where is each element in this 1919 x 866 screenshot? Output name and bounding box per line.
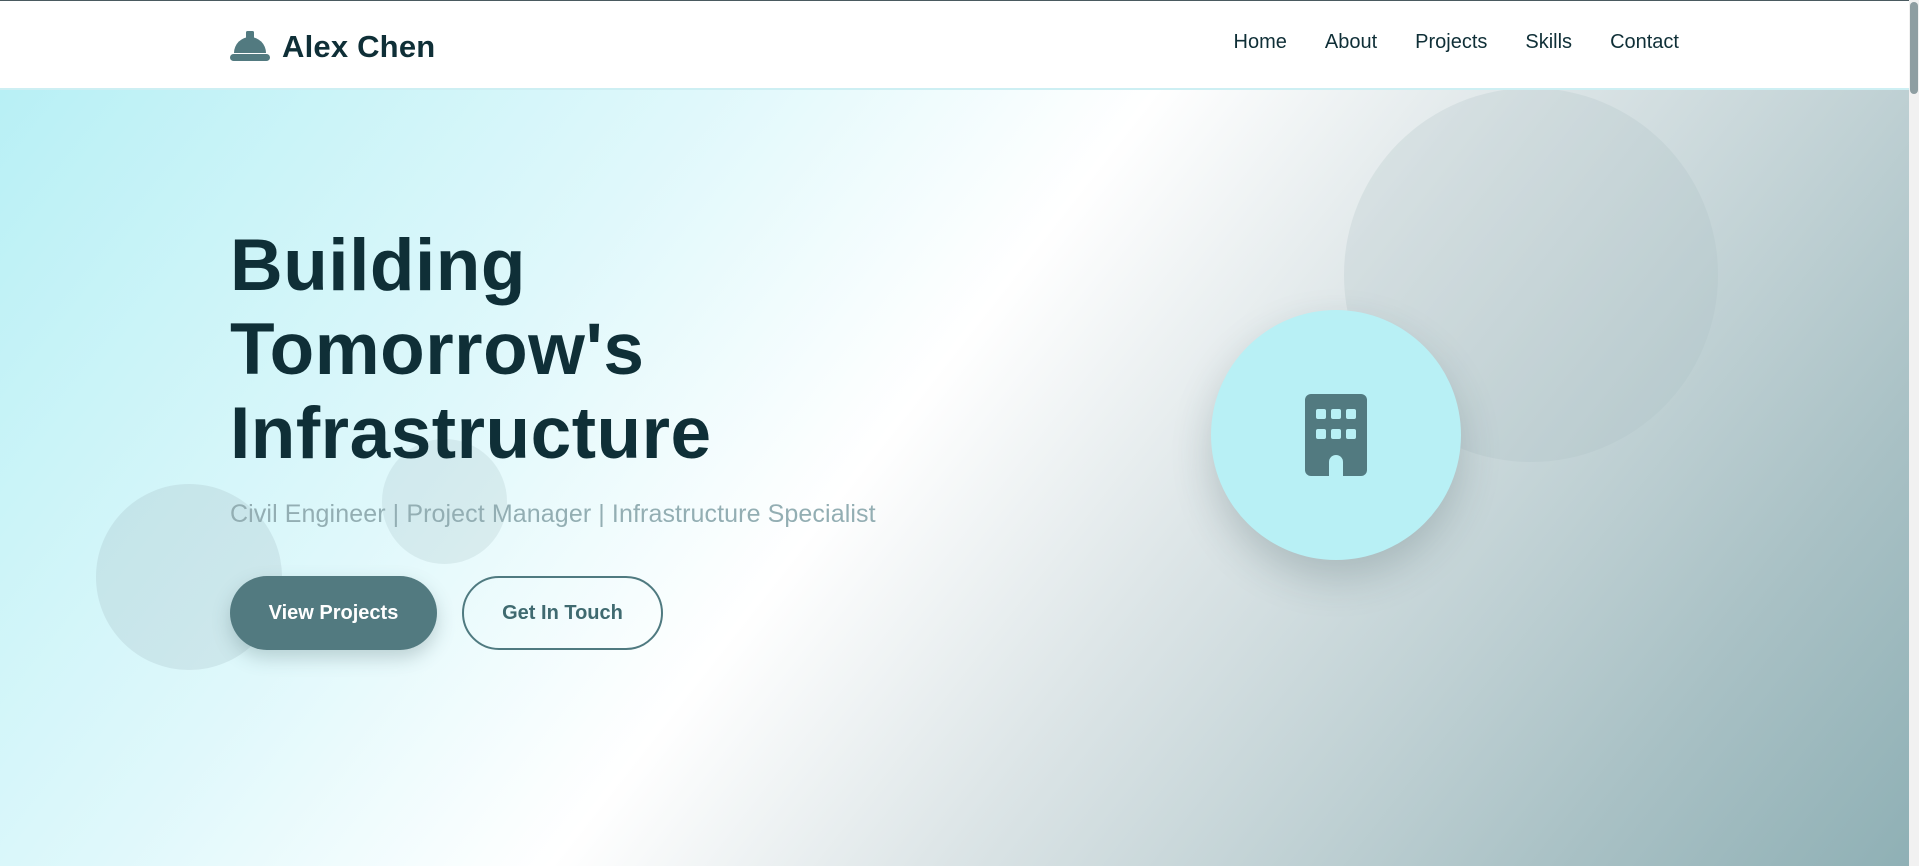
hero-section: Building Tomorrow's Infrastructure Civil… [0,90,1909,866]
view-projects-button[interactable]: View Projects [230,576,437,650]
scrollbar-thumb[interactable] [1910,2,1918,94]
nav-link-projects[interactable]: Projects [1415,31,1487,54]
scrollbar[interactable] [1909,0,1919,866]
nav-link-contact[interactable]: Contact [1610,31,1679,54]
get-in-touch-button[interactable]: Get In Touch [462,576,663,650]
building-icon [1305,394,1367,476]
nav-link-about[interactable]: About [1325,31,1377,54]
hero-subtitle: Civil Engineer | Project Manager | Infra… [230,500,876,528]
nav-menu: Home About Projects Skills Contact [1234,31,1679,54]
nav-link-skills[interactable]: Skills [1525,31,1572,54]
hard-hat-icon [230,31,270,61]
page: Building Tomorrow's Infrastructure Civil… [0,0,1919,866]
hero-title-line: Tomorrow's [230,309,645,390]
brand[interactable]: Alex Chen [230,27,435,67]
nav-link-home[interactable]: Home [1234,31,1287,54]
navbar: Alex Chen Home About Projects Skills Con… [0,0,1909,90]
hero-title-line: Building [230,225,526,306]
hero-title: Building Tomorrow's Infrastructure [230,224,990,476]
hero-title-line: Infrastructure [230,393,712,474]
brand-name: Alex Chen [282,29,436,64]
building-badge [1211,310,1461,560]
